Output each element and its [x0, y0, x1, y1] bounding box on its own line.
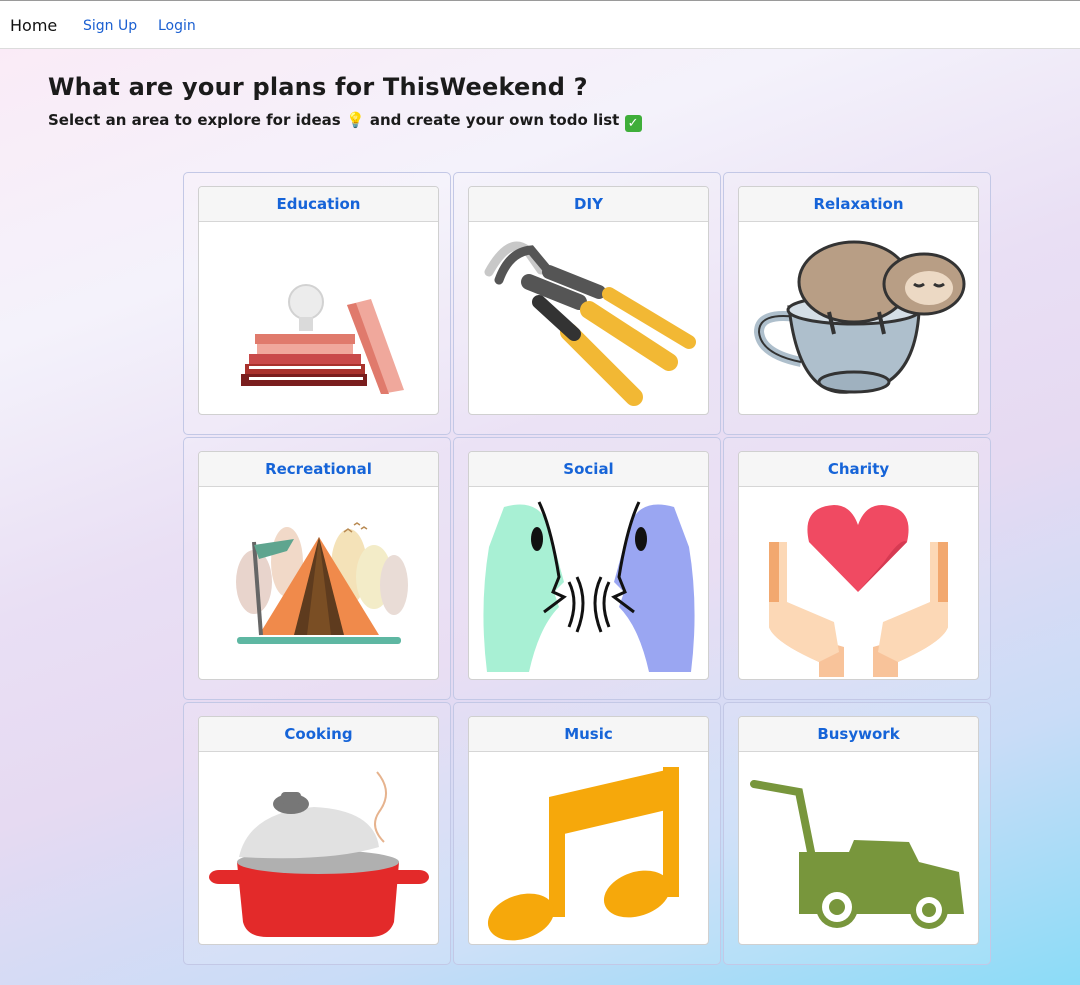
category-cell-cooking: Cooking [183, 702, 451, 965]
category-title: Relaxation [739, 187, 978, 222]
category-title: Education [199, 187, 438, 222]
page-subtitle: Select an area to explore for ideas 💡 an… [48, 111, 642, 132]
nav-home-link[interactable]: Home [10, 16, 57, 35]
category-card-charity[interactable]: Charity [738, 451, 979, 680]
category-card-social[interactable]: Social [468, 451, 709, 680]
category-cell-charity: Charity [723, 437, 991, 700]
nav-login-link[interactable]: Login [158, 18, 196, 34]
category-card-cooking[interactable]: Cooking [198, 716, 439, 945]
lightbulb-icon: 💡 [345, 111, 365, 129]
pincers-icon [469, 222, 708, 414]
books-lightbulb-icon [199, 222, 438, 414]
navbar: Home Sign Up Login [0, 0, 1080, 49]
cooking-pot-icon [199, 752, 438, 944]
nav-signup-link[interactable]: Sign Up [83, 18, 137, 34]
category-title: Music [469, 717, 708, 752]
category-card-busywork[interactable]: Busywork [738, 716, 979, 945]
lawn-mower-icon [739, 752, 978, 944]
category-cell-relaxation: Relaxation [723, 172, 991, 435]
sloth-teacup-icon [739, 222, 978, 414]
category-title: Busywork [739, 717, 978, 752]
checkmark-icon: ✓ [624, 115, 642, 132]
category-title: DIY [469, 187, 708, 222]
page-title: What are your plans for ThisWeekend ? [48, 73, 588, 101]
category-title: Social [469, 452, 708, 487]
subtitle-text-1: Select an area to explore for ideas [48, 111, 341, 129]
tent-camping-icon [199, 487, 438, 679]
category-cell-social: Social [453, 437, 721, 700]
category-card-music[interactable]: Music [468, 716, 709, 945]
category-card-relaxation[interactable]: Relaxation [738, 186, 979, 415]
category-title: Cooking [199, 717, 438, 752]
category-cell-diy: DIY [453, 172, 721, 435]
category-card-diy[interactable]: DIY [468, 186, 709, 415]
category-cell-recreational: Recreational [183, 437, 451, 700]
category-title: Recreational [199, 452, 438, 487]
faces-talking-icon [469, 487, 708, 679]
category-card-education[interactable]: Education [198, 186, 439, 415]
heart-hands-icon [739, 487, 978, 679]
category-cell-busywork: Busywork [723, 702, 991, 965]
category-grid: Education DIY Relaxation Recreational So… [182, 171, 994, 966]
category-cell-music: Music [453, 702, 721, 965]
subtitle-text-2: and create your own todo list [369, 111, 620, 129]
category-card-recreational[interactable]: Recreational [198, 451, 439, 680]
category-title: Charity [739, 452, 978, 487]
category-cell-education: Education [183, 172, 451, 435]
music-note-icon [469, 752, 708, 944]
